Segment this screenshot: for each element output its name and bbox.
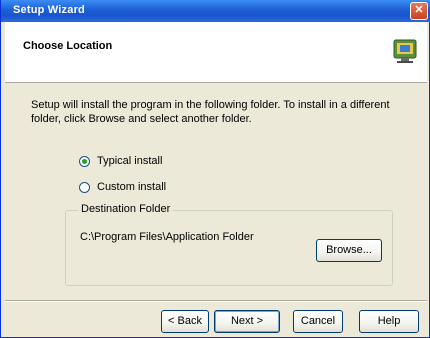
title-bar[interactable]: Setup Wizard ✕ — [1, 0, 430, 22]
destination-path: C:\Program Files\Application Folder — [80, 231, 254, 243]
footer-divider — [5, 300, 427, 302]
window-title: Setup Wizard — [13, 4, 85, 16]
wizard-window: Setup Wizard ✕ Choose Location Setup wil… — [0, 0, 430, 338]
destination-group-label: Destination Folder — [78, 203, 174, 215]
wizard-header: Choose Location — [5, 22, 427, 83]
destination-folder-group: Destination Folder C:\Program Files\Appl… — [65, 203, 393, 286]
next-button[interactable]: Next > — [214, 310, 280, 333]
page-title: Choose Location — [23, 40, 113, 52]
back-button[interactable]: < Back — [161, 310, 209, 333]
instruction-text: Setup will install the program in the fo… — [31, 99, 390, 125]
option-custom-label: Custom install — [97, 181, 167, 193]
radio-typical[interactable] — [79, 156, 90, 167]
option-typical-label: Typical install — [97, 155, 163, 167]
close-icon: ✕ — [414, 4, 424, 16]
help-button[interactable]: Help — [359, 310, 419, 333]
radio-custom[interactable] — [79, 182, 90, 193]
browse-button[interactable]: Browse... — [316, 239, 382, 262]
setup-icon — [393, 39, 417, 63]
close-button[interactable]: ✕ — [410, 2, 428, 20]
cancel-button[interactable]: Cancel — [293, 310, 343, 333]
